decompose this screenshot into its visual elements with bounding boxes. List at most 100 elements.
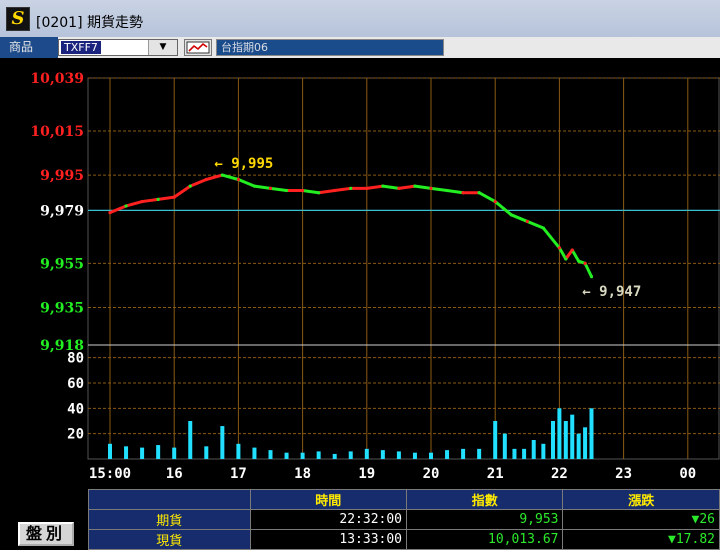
x-tick-label: 19 <box>358 466 375 482</box>
volume-bar <box>204 446 209 459</box>
x-tick-label: 20 <box>423 466 440 482</box>
volume-bar <box>364 448 369 459</box>
price-point <box>541 226 545 230</box>
price-segment <box>477 191 497 204</box>
line-chart-icon[interactable] <box>184 39 212 56</box>
price-segment <box>204 173 224 182</box>
volume-bar <box>348 451 353 459</box>
price-point <box>156 197 160 201</box>
price-segment <box>493 200 513 217</box>
price-segment <box>252 184 272 190</box>
window-title: [0201] 期貨走勢 <box>36 15 144 31</box>
price-point <box>525 219 529 224</box>
table-row: 現貨 13:33:00 10,013.67 ▼17.82 <box>88 529 720 550</box>
session-button[interactable]: 盤別 <box>18 522 74 546</box>
price-point <box>564 257 568 261</box>
price-segment <box>570 248 581 263</box>
price-point <box>570 248 574 252</box>
volume-bar <box>583 427 588 459</box>
x-tick-label: 18 <box>294 466 311 482</box>
volume-bar <box>140 447 145 459</box>
price-segment <box>445 189 465 195</box>
x-tick-label: 17 <box>230 466 247 482</box>
price-volume-chart: 15:00 16 17 18 19 20 21 22 23 00 10,039 10,015 9,995… <box>30 71 720 482</box>
volume-bar <box>252 447 257 459</box>
row-value: 9,953 <box>406 509 564 530</box>
volume-bar <box>445 450 450 459</box>
price-point <box>236 177 240 182</box>
high-annotation: ← 9,995 <box>214 156 273 172</box>
volume-bar <box>493 421 498 459</box>
volume-bar <box>284 452 289 459</box>
volume-bar <box>477 448 482 459</box>
price-point <box>461 191 465 195</box>
x-tick-label: 00 <box>679 466 696 482</box>
price-point <box>477 191 481 195</box>
price-segment <box>124 200 144 208</box>
price-segment <box>397 184 417 190</box>
volume-bar <box>268 450 273 459</box>
volume-bar <box>550 421 555 459</box>
quote-table-header: 時間 指數 漲跌 <box>88 489 720 510</box>
row-time: 13:33:00 <box>249 529 408 550</box>
chevron-down-icon[interactable]: ▼ <box>148 40 177 55</box>
price-segment <box>140 197 160 204</box>
price-point <box>445 188 449 193</box>
volume-bar <box>412 452 417 459</box>
price-point <box>124 204 128 208</box>
volume-bar <box>557 408 562 459</box>
x-tick-label: 22 <box>551 466 568 482</box>
price-point <box>252 184 257 188</box>
price-point <box>589 274 594 279</box>
price-segment <box>220 173 240 182</box>
volume-bar <box>188 421 193 459</box>
y-tick-label: 9,935 <box>40 300 84 316</box>
y-tick-label: 9,979 <box>40 203 84 219</box>
volume-bar <box>172 447 177 459</box>
volume-bar <box>220 426 225 459</box>
header-blank <box>88 489 251 510</box>
price-segment <box>429 186 449 193</box>
low-annotation: ← 9,947 <box>582 284 641 300</box>
price-point <box>557 246 562 250</box>
price-segment <box>365 184 385 190</box>
volume-bar <box>541 443 546 459</box>
row-value: 10,013.67 <box>406 529 564 550</box>
price-point <box>349 186 353 190</box>
price-segment <box>541 226 561 250</box>
price-point <box>577 259 581 263</box>
price-segment <box>317 189 337 195</box>
price-segment <box>333 186 353 193</box>
volume-tick-label: 80 <box>67 351 84 367</box>
price-point <box>333 188 337 193</box>
x-tick-label: 16 <box>166 466 183 482</box>
price-point <box>397 186 401 190</box>
price-point <box>220 173 224 177</box>
price-point <box>188 184 192 188</box>
price-segment <box>301 189 321 195</box>
toolbar: 商品 TXFF7 ▼ 台指期06 <box>0 37 720 58</box>
row-label: 現貨 <box>88 529 251 550</box>
product-label: 商品 <box>0 37 58 58</box>
x-tick-label: 23 <box>615 466 632 482</box>
price-segment <box>525 219 545 230</box>
window-titlebar: S [0201] 期貨走勢 <box>0 0 720 38</box>
volume-bar <box>576 433 581 459</box>
volume-bar <box>156 445 161 459</box>
symbol-combobox[interactable]: TXFF7 ▼ <box>58 39 178 56</box>
price-point <box>204 177 208 182</box>
volume-bar <box>502 433 507 459</box>
volume-tick-label: 20 <box>67 427 84 443</box>
volume-bar <box>300 452 305 459</box>
volume-bar <box>512 448 517 459</box>
price-point <box>140 199 144 204</box>
row-label: 期貨 <box>88 509 251 530</box>
volume-bar <box>589 408 594 459</box>
x-tick-label: 15:00 <box>89 466 131 482</box>
price-point <box>493 199 497 204</box>
price-point <box>284 188 289 193</box>
price-point <box>172 195 176 199</box>
volume-bar <box>316 451 321 459</box>
plot-frame <box>87 77 720 460</box>
volume-bar <box>380 450 385 459</box>
